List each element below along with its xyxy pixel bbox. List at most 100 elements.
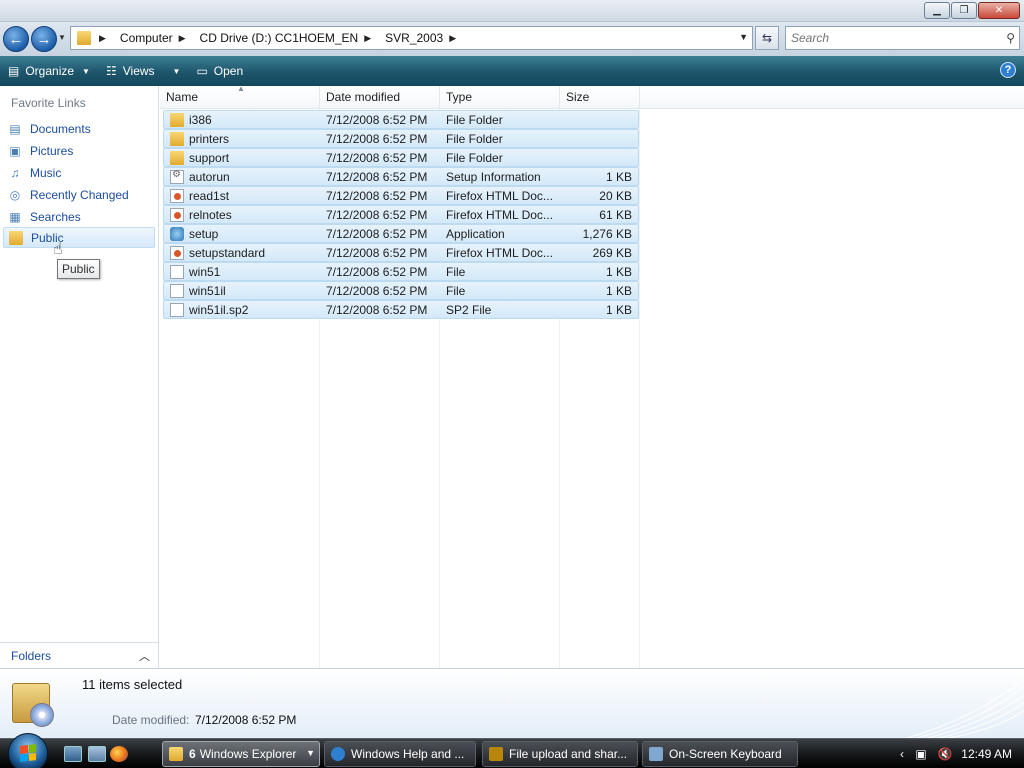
refresh-button[interactable]: ⇆ bbox=[755, 26, 779, 50]
file-name: setupstandard bbox=[189, 246, 266, 260]
file-date: 7/12/2008 6:52 PM bbox=[326, 265, 428, 279]
searches-icon: ▦ bbox=[9, 209, 21, 224]
file-type: SP2 File bbox=[446, 303, 492, 317]
breadcrumb-cd-drive[interactable]: CD Drive (D:) CC1HOEM_EN bbox=[200, 31, 359, 45]
network-icon[interactable]: ▣ bbox=[914, 747, 928, 761]
breadcrumb-separator[interactable]: ▶ bbox=[179, 33, 194, 44]
close-button[interactable]: ✕ bbox=[978, 2, 1020, 19]
breadcrumb-computer[interactable]: Computer bbox=[120, 31, 173, 45]
organize-icon: ▤ bbox=[8, 64, 20, 78]
search-box[interactable]: ⚲ bbox=[785, 26, 1020, 50]
file-row[interactable]: win51 7/12/2008 6:52 PM File 1 KB bbox=[163, 262, 639, 281]
file-row[interactable]: support 7/12/2008 6:52 PM File Folder bbox=[163, 148, 639, 167]
open-button[interactable]: ▭ Open bbox=[188, 58, 251, 84]
taskbar-onscreen-keyboard[interactable]: On-Screen Keyboard bbox=[642, 741, 798, 767]
chevron-right-icon: ▶ bbox=[99, 32, 106, 43]
file-row[interactable]: relnotes 7/12/2008 6:52 PM Firefox HTML … bbox=[163, 205, 639, 224]
recent-pages-dropdown[interactable]: ▼ bbox=[58, 33, 66, 42]
folders-label: Folders bbox=[11, 648, 52, 663]
sidebar-item-label: Searches bbox=[30, 209, 81, 224]
file-row[interactable]: setupstandard 7/12/2008 6:52 PM Firefox … bbox=[163, 243, 639, 262]
file-type: Setup Information bbox=[446, 170, 541, 184]
file-date: 7/12/2008 6:52 PM bbox=[326, 227, 428, 241]
multiple-items-icon bbox=[8, 675, 58, 731]
sidebar-item-label: Music bbox=[30, 165, 62, 180]
forward-button[interactable]: → bbox=[31, 26, 57, 52]
start-button[interactable] bbox=[8, 733, 48, 768]
volume-muted-icon[interactable]: 🔇 bbox=[938, 747, 953, 761]
column-header-name[interactable]: Name ▲ bbox=[160, 84, 320, 109]
file-row[interactable]: read1st 7/12/2008 6:52 PM Firefox HTML D… bbox=[163, 186, 639, 205]
chevron-up-icon: ︿ bbox=[139, 651, 150, 663]
clock[interactable]: 12:49 AM bbox=[961, 747, 1012, 761]
date-modified-value: 7/12/2008 6:52 PM bbox=[195, 713, 297, 727]
folder-icon bbox=[8, 230, 24, 246]
address-dropdown-icon[interactable]: ▼ bbox=[739, 32, 748, 42]
breadcrumb-svr2003[interactable]: SVR_2003 bbox=[385, 31, 443, 45]
file-name: win51il.sp2 bbox=[189, 303, 249, 317]
file-type: Firefox HTML Doc... bbox=[446, 189, 553, 203]
sidebar-item-public[interactable]: Public bbox=[3, 227, 155, 248]
taskbar-windows-explorer[interactable]: 6 Windows Explorer ▼ bbox=[162, 741, 320, 767]
column-header-filler bbox=[640, 86, 1024, 109]
file-size: 1 KB bbox=[605, 284, 632, 298]
chevron-right-icon: ▶ bbox=[364, 32, 372, 43]
sidebar-item-pictures[interactable]: ▣ Pictures bbox=[3, 140, 155, 161]
open-label: Open bbox=[213, 64, 244, 78]
sidebar-item-recently-changed[interactable]: ◎ Recently Changed bbox=[3, 184, 155, 205]
file-row[interactable]: win51il 7/12/2008 6:52 PM File 1 KB bbox=[163, 281, 639, 300]
file-date: 7/12/2008 6:52 PM bbox=[326, 170, 428, 184]
search-icon[interactable]: ⚲ bbox=[1006, 31, 1015, 45]
file-row[interactable]: printers 7/12/2008 6:52 PM File Folder bbox=[163, 129, 639, 148]
file-row[interactable]: setup 7/12/2008 6:52 PM Application 1,27… bbox=[163, 224, 639, 243]
file-type: File Folder bbox=[446, 151, 503, 165]
column-header-size[interactable]: Size bbox=[560, 86, 640, 109]
file-date: 7/12/2008 6:52 PM bbox=[326, 113, 428, 127]
taskbar-windows-help[interactable]: Windows Help and ... bbox=[324, 741, 476, 767]
open-icon: ▭ bbox=[196, 64, 208, 78]
file-name: support bbox=[189, 151, 230, 165]
file-date: 7/12/2008 6:52 PM bbox=[326, 132, 428, 146]
file-row[interactable]: autorun 7/12/2008 6:52 PM Setup Informat… bbox=[163, 167, 639, 186]
maximize-button[interactable]: ❐ bbox=[951, 2, 977, 19]
views-button[interactable]: ☷ Views ▼ bbox=[98, 58, 188, 84]
folders-toggle[interactable]: Folders ︿ bbox=[0, 642, 158, 668]
file-type: Firefox HTML Doc... bbox=[446, 246, 553, 260]
address-bar[interactable]: ▶ Computer ▶ CD Drive (D:) CC1HOEM_EN ▶ … bbox=[70, 26, 753, 50]
folder-icon bbox=[170, 151, 184, 165]
folder-icon bbox=[77, 31, 91, 45]
sidebar-item-searches[interactable]: ▦ Searches bbox=[3, 206, 155, 227]
switch-windows-icon[interactable] bbox=[88, 746, 106, 762]
breadcrumb-separator[interactable]: ▶ bbox=[99, 33, 114, 44]
chevron-down-icon: ▼ bbox=[172, 66, 181, 76]
taskbar-file-upload[interactable]: File upload and shar... bbox=[482, 741, 638, 767]
firefox-icon[interactable] bbox=[110, 746, 128, 762]
column-header-label: Date modified bbox=[326, 90, 401, 104]
minimize-button[interactable]: ▁ bbox=[924, 2, 950, 19]
file-name: setup bbox=[189, 227, 219, 241]
column-header-date[interactable]: Date modified bbox=[320, 86, 440, 109]
decorative-swoosh bbox=[903, 678, 1024, 739]
firefox-html-icon bbox=[170, 246, 184, 260]
file-name: win51il bbox=[189, 284, 226, 298]
file-type: Firefox HTML Doc... bbox=[446, 208, 553, 222]
file-row[interactable]: win51il.sp2 7/12/2008 6:52 PM SP2 File 1… bbox=[163, 300, 639, 319]
organize-button[interactable]: ▤ Organize ▼ bbox=[0, 58, 98, 84]
sidebar-item-documents[interactable]: ▤ Documents bbox=[3, 118, 155, 139]
breadcrumb-label: Computer bbox=[119, 31, 173, 45]
help-icon bbox=[331, 747, 345, 761]
back-button[interactable]: ← bbox=[3, 26, 29, 52]
column-header-label: Size bbox=[566, 90, 590, 104]
breadcrumb-separator[interactable]: ▶ bbox=[364, 33, 379, 44]
column-header-type[interactable]: Type bbox=[440, 86, 560, 109]
show-desktop-icon[interactable] bbox=[64, 746, 82, 762]
chevron-left-icon[interactable]: ‹ bbox=[900, 747, 904, 761]
breadcrumb-separator[interactable]: ▶ bbox=[449, 33, 464, 44]
search-input[interactable] bbox=[791, 31, 991, 45]
file-row[interactable]: i386 7/12/2008 6:52 PM File Folder bbox=[163, 110, 639, 129]
sidebar-item-music[interactable]: ♫ Music bbox=[3, 162, 155, 183]
setup-information-icon bbox=[170, 170, 184, 184]
help-icon[interactable]: ? bbox=[1000, 62, 1016, 78]
documents-icon: ▤ bbox=[9, 121, 21, 136]
file-date: 7/12/2008 6:52 PM bbox=[326, 208, 428, 222]
